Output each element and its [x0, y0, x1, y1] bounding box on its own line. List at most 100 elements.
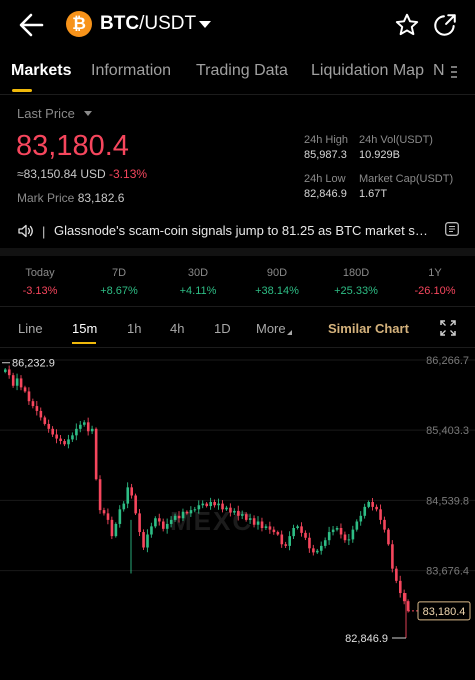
candle-body [47, 423, 51, 429]
candle-body [387, 529, 390, 545]
candle-body [284, 544, 288, 546]
mark-price-label: Mark Price [17, 191, 75, 205]
usd-value-line: ≈83,150.84 USD -3.13% [17, 167, 147, 181]
last-price-label: 83,180.4 [423, 606, 466, 618]
pair-base: BTC [100, 13, 140, 34]
candle-body [83, 422, 86, 425]
perf-label: Today [25, 267, 55, 279]
expand-icon[interactable] [445, 222, 459, 236]
interval-15m[interactable]: 15m [72, 321, 97, 336]
candle-body [114, 523, 118, 537]
more-caret-icon[interactable] [287, 330, 292, 335]
candle-body [185, 511, 189, 514]
candle-body [177, 515, 181, 519]
candle-body [268, 526, 272, 530]
candle-body [363, 506, 367, 516]
perf-180d: 180D +25.33% [326, 267, 386, 297]
news-headline[interactable]: Glassnode's scam-coin signals jump to 81… [54, 223, 434, 238]
candle-body [118, 509, 122, 524]
candle-body [288, 536, 291, 546]
candle-body [134, 495, 137, 514]
perf-label: 180D [342, 267, 370, 279]
candle-body [142, 532, 145, 548]
interval-4h[interactable]: 4h [170, 321, 184, 336]
candle-body [90, 428, 94, 432]
candle-body [252, 518, 256, 525]
similar-chart-button[interactable]: Similar Chart [328, 321, 409, 336]
last-price-label[interactable]: Last Price [17, 106, 75, 121]
candle-body [260, 521, 264, 529]
chart-type-line[interactable]: Line [18, 321, 43, 336]
share-icon[interactable] [432, 12, 458, 38]
star-icon[interactable] [394, 12, 420, 38]
candle-body [300, 526, 303, 533]
candle-body [23, 387, 27, 392]
section-separator [0, 248, 475, 256]
candle-body [244, 514, 248, 520]
perf-value: +25.33% [334, 285, 378, 297]
interval-more[interactable]: More [256, 321, 286, 336]
y-tick-label: 85,403.3 [426, 425, 469, 437]
candle-body [316, 550, 319, 553]
candle-body [406, 601, 410, 611]
candle-body [217, 503, 220, 506]
last-price: 83,180.4 [16, 130, 129, 162]
tab-more[interactable]: N [433, 62, 445, 80]
perf-label: 30D [187, 267, 209, 279]
fullscreen-icon[interactable] [440, 320, 456, 336]
high-value: 85,987.3 [304, 149, 347, 161]
caret-down-icon[interactable] [84, 111, 92, 116]
candle-body [79, 424, 82, 429]
back-arrow-icon[interactable] [14, 10, 50, 40]
low-label: 24h Low [304, 173, 346, 185]
tab-information[interactable]: Information [91, 62, 171, 80]
candle-body [98, 479, 102, 511]
bitcoin-logo-icon: ₿ [66, 11, 92, 37]
candle-body [375, 506, 378, 510]
candle-body [51, 428, 54, 435]
interval-1d[interactable]: 1D [214, 321, 231, 336]
candle-body [296, 526, 299, 529]
candle-body [169, 519, 173, 524]
interval-1h[interactable]: 1h [127, 321, 141, 336]
candle-body [154, 518, 157, 527]
candle-body [189, 510, 193, 514]
candle-body [59, 438, 62, 442]
candle-body [323, 540, 327, 546]
candle-body [280, 534, 284, 545]
tabs-grid-icon[interactable] [449, 65, 459, 79]
candle-body [35, 406, 39, 411]
market-cap-value: 1.67T [359, 188, 388, 200]
candle-body [312, 548, 315, 553]
candle-body [320, 545, 323, 551]
candle-body [7, 369, 11, 376]
candle-body [233, 510, 236, 513]
candle-body [347, 539, 351, 541]
low-value: 82,846.9 [304, 188, 347, 200]
y-tick-label: 83,676.4 [426, 566, 469, 578]
tab-liquidation-map[interactable]: Liquidation Map [311, 62, 424, 80]
chevron-down-icon[interactable] [199, 21, 211, 28]
candle-body [63, 441, 66, 445]
candle-body [110, 519, 114, 537]
speaker-icon [18, 224, 33, 238]
candle-body [181, 511, 185, 519]
candle-body [205, 503, 209, 507]
candle-body [339, 528, 343, 535]
candle-body [75, 428, 78, 436]
candlestick-chart[interactable]: MEXC 86,266.7 85,403.3 84,539.8 83,676.4 86,… [0, 348, 475, 680]
y-tick-label: 86,266.7 [426, 355, 469, 367]
tab-trading-data[interactable]: Trading Data [196, 62, 288, 80]
tab-markets[interactable]: Markets [11, 62, 71, 80]
interval-active-indicator [72, 342, 96, 344]
candle-body [11, 375, 15, 386]
candle-body [351, 529, 355, 540]
candle-body [221, 503, 224, 510]
candle-body [138, 513, 141, 533]
perf-30d: 30D +4.11% [168, 267, 228, 297]
candle-body [94, 428, 98, 480]
volume-value: 10.929B [359, 149, 400, 161]
usd-value: ≈83,150.84 [17, 167, 77, 181]
chart-watermark: MEXC [170, 506, 253, 536]
trading-pair-selector[interactable]: BTC/USDT [100, 13, 196, 35]
